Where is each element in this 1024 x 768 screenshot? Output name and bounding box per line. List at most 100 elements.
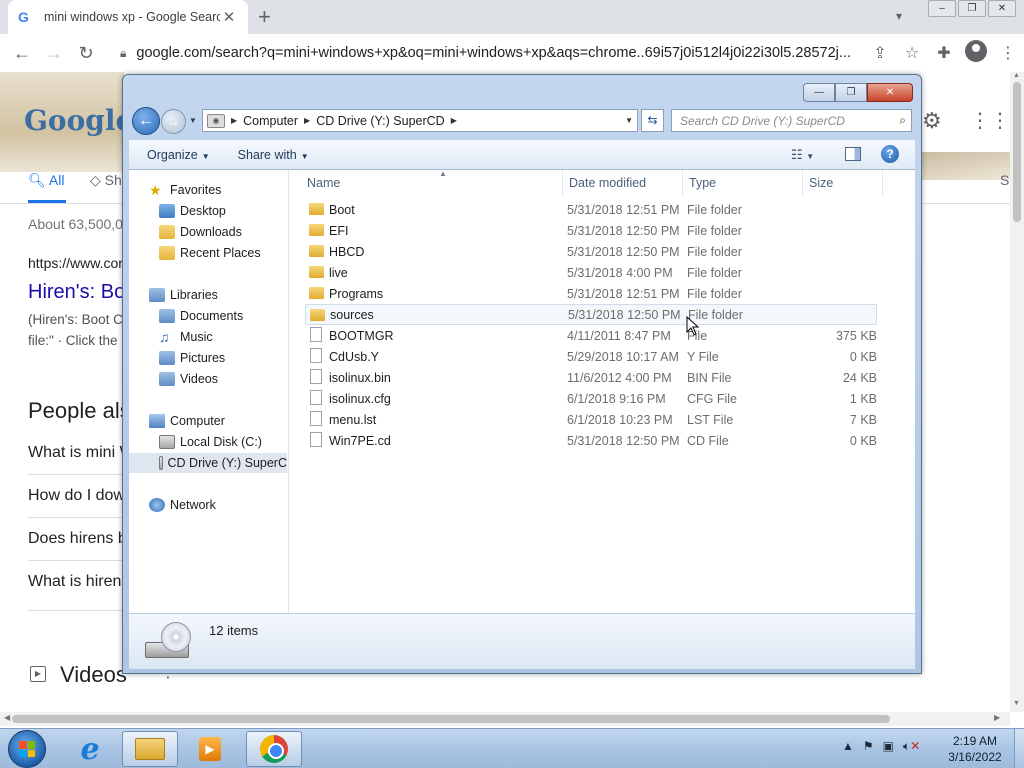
nav-libraries[interactable]: Libraries <box>149 285 218 305</box>
change-view-icon[interactable]: ☷ ▼ <box>791 147 814 163</box>
settings-gear-icon[interactable]: ⚙ <box>922 108 942 134</box>
scrollbar-thumb[interactable] <box>1013 82 1021 222</box>
browser-close-button[interactable]: ✕ <box>988 0 1016 17</box>
result-title-link[interactable]: Hiren's: Boo <box>28 281 136 304</box>
page-vertical-scrollbar[interactable]: ▲ ▼ <box>1010 72 1024 712</box>
taskbar-media-player[interactable]: ▶ <box>182 731 238 767</box>
file-row[interactable]: sources 5/31/2018 12:50 PM File folder <box>305 304 877 325</box>
file-size: 0 KB <box>849 349 877 364</box>
volume-muted-icon[interactable]: 🔈︎✕ <box>903 739 920 754</box>
nav-favorites[interactable]: ★ Favorites <box>149 180 221 200</box>
file-row[interactable]: isolinux.bin 11/6/2012 4:00 PM BIN File 24 … <box>305 367 877 388</box>
scroll-right-icon[interactable]: ▶ <box>994 713 1000 722</box>
tab-close-icon[interactable]: ✕ <box>220 8 238 26</box>
bookmark-star-icon[interactable]: ☆ <box>896 43 928 63</box>
network-status-icon[interactable]: ▣ <box>883 739 894 754</box>
forward-arrow-icon[interactable]: → <box>38 43 70 64</box>
nav-recent-places[interactable]: Recent Places <box>159 243 261 263</box>
search-icon[interactable]: ⌕ <box>899 113 906 128</box>
file-row[interactable]: EFI 5/31/2018 12:50 PM File folder <box>305 220 877 241</box>
forward-arrow-icon[interactable]: → <box>161 109 186 134</box>
help-icon[interactable]: ? <box>881 145 899 163</box>
nav-videos[interactable]: Videos <box>159 369 218 389</box>
explorer-maximize-button[interactable]: ❐ <box>835 83 867 102</box>
tab-more[interactable]: S <box>1000 172 1009 188</box>
explorer-minimize-button[interactable]: — <box>803 83 835 102</box>
scroll-left-icon[interactable]: ◀ <box>4 713 10 722</box>
nav-documents[interactable]: Documents <box>159 306 243 326</box>
google-logo: Google <box>24 104 134 137</box>
menu-kebab-icon[interactable]: ⋮ <box>992 43 1024 63</box>
paa-question[interactable]: Does hirens b <box>28 530 127 548</box>
address-history-chevron-icon[interactable]: ▼ <box>625 116 633 125</box>
file-row[interactable]: BOOTMGR 4/11/2011 8:47 PM File 375 KB <box>305 325 877 346</box>
nav-downloads[interactable]: Downloads <box>159 222 242 242</box>
file-row[interactable]: Programs 5/31/2018 12:51 PM File folder <box>305 283 877 304</box>
address-bar[interactable]: google.com/search?q=mini+windows+xp&oq=m… <box>136 45 864 61</box>
profile-avatar[interactable] <box>960 39 992 67</box>
taskbar-internet-explorer[interactable]: e <box>62 731 118 767</box>
extensions-puzzle-icon[interactable]: ✚ <box>928 43 960 63</box>
google-doodle[interactable]: Google <box>0 72 133 172</box>
page-horizontal-scrollbar[interactable]: ◀ ▶ <box>0 712 1010 726</box>
file-row[interactable]: isolinux.cfg 6/1/2018 9:16 PM CFG File 1 KB <box>305 388 877 409</box>
google-apps-grid-icon[interactable]: ⋮⋮⋮ <box>970 108 1010 133</box>
scroll-up-icon[interactable]: ▲ <box>1013 72 1020 79</box>
refresh-icon[interactable]: ⇆ <box>641 109 664 132</box>
column-header-name[interactable]: Name ▲ <box>301 169 563 196</box>
reload-icon[interactable]: ↻ <box>70 43 102 64</box>
nav-desktop[interactable]: Desktop <box>159 201 226 221</box>
taskbar-clock[interactable]: 2:19 AM 3/16/2022 <box>940 733 1010 765</box>
back-arrow-icon[interactable]: ← <box>132 107 160 135</box>
tab-all[interactable]: 🔍︎ All <box>28 172 64 189</box>
tab-shopping[interactable]: ◇ Sh <box>90 172 122 189</box>
share-icon[interactable]: ⇪ <box>864 43 896 63</box>
show-hidden-icons-icon[interactable]: ▲ <box>842 739 854 754</box>
file-row[interactable]: menu.lst 6/1/2018 10:23 PM LST File 7 KB <box>305 409 877 430</box>
action-center-flag-icon[interactable]: ⚑ <box>863 739 874 754</box>
organize-button[interactable]: Organize ▼ <box>129 148 220 162</box>
details-pane: 12 items <box>129 613 915 669</box>
show-desktop-button[interactable] <box>1014 729 1024 768</box>
paa-question[interactable]: How do I dow <box>28 487 125 505</box>
browser-tab[interactable]: G mini windows xp - Google Search ✕ <box>8 0 248 34</box>
search-input[interactable]: Search CD Drive (Y:) SuperCD ⌕ <box>671 109 912 132</box>
recent-pages-chevron-icon[interactable]: ▼ <box>189 116 197 125</box>
result-cite[interactable]: https://www.cor <box>28 255 123 271</box>
column-header-type[interactable]: Type <box>683 170 803 196</box>
file-row[interactable]: HBCD 5/31/2018 12:50 PM File folder <box>305 241 877 262</box>
new-tab-button[interactable]: + <box>258 6 271 28</box>
file-row[interactable]: CdUsb.Y 5/29/2018 10:17 AM Y File 0 KB <box>305 346 877 367</box>
start-button[interactable] <box>8 730 46 768</box>
file-row[interactable]: live 5/31/2018 4:00 PM File folder <box>305 262 877 283</box>
file-row[interactable]: Boot 5/31/2018 12:51 PM File folder <box>305 199 877 220</box>
breadcrumb-computer[interactable]: Computer <box>237 114 304 128</box>
scroll-down-icon[interactable]: ▼ <box>1013 700 1020 707</box>
taskbar-windows-explorer[interactable] <box>122 731 178 767</box>
nav-computer[interactable]: Computer <box>149 411 225 431</box>
nav-local-disk[interactable]: Local Disk (C:) <box>159 432 262 452</box>
nav-network[interactable]: Network <box>149 495 216 515</box>
paa-question[interactable]: What is hiren <box>28 573 121 591</box>
address-bar[interactable]: ◉ ▶ Computer ▶ CD Drive (Y:) SuperCD ▶ ▼ <box>202 109 638 132</box>
nav-cd-drive[interactable]: CD Drive (Y:) SuperC <box>129 453 287 473</box>
share-with-button[interactable]: Share with ▼ <box>220 148 319 162</box>
explorer-close-button[interactable]: ✕ <box>867 83 913 102</box>
lock-icon[interactable]: 🔒︎ <box>120 46 126 61</box>
explorer-window: — ❐ ✕ ← → ▼ ◉ ▶ Computer ▶ CD Drive (Y:)… <box>122 74 922 674</box>
nav-pictures[interactable]: Pictures <box>159 348 225 368</box>
scrollbar-thumb[interactable] <box>12 715 890 723</box>
nav-music[interactable]: ♫ Music <box>159 327 213 347</box>
column-header-date[interactable]: Date modified <box>563 170 683 196</box>
back-arrow-icon[interactable]: ← <box>6 43 38 64</box>
column-header-size[interactable]: Size <box>803 170 883 196</box>
browser-restore-button[interactable]: ❐ <box>958 0 986 17</box>
browser-minimize-button[interactable]: – <box>928 0 956 17</box>
preview-pane-icon[interactable] <box>845 147 861 161</box>
file-row[interactable]: Win7PE.cd 5/31/2018 12:50 PM CD File 0 KB <box>305 430 877 451</box>
paa-question[interactable]: What is mini W <box>28 444 135 462</box>
tab-search-chevron-icon[interactable]: ▾ <box>896 9 902 23</box>
breadcrumb-cd-drive[interactable]: CD Drive (Y:) SuperCD <box>310 114 451 128</box>
taskbar-chrome[interactable] <box>246 731 302 767</box>
breadcrumb-separator-icon[interactable]: ▶ <box>451 116 457 125</box>
